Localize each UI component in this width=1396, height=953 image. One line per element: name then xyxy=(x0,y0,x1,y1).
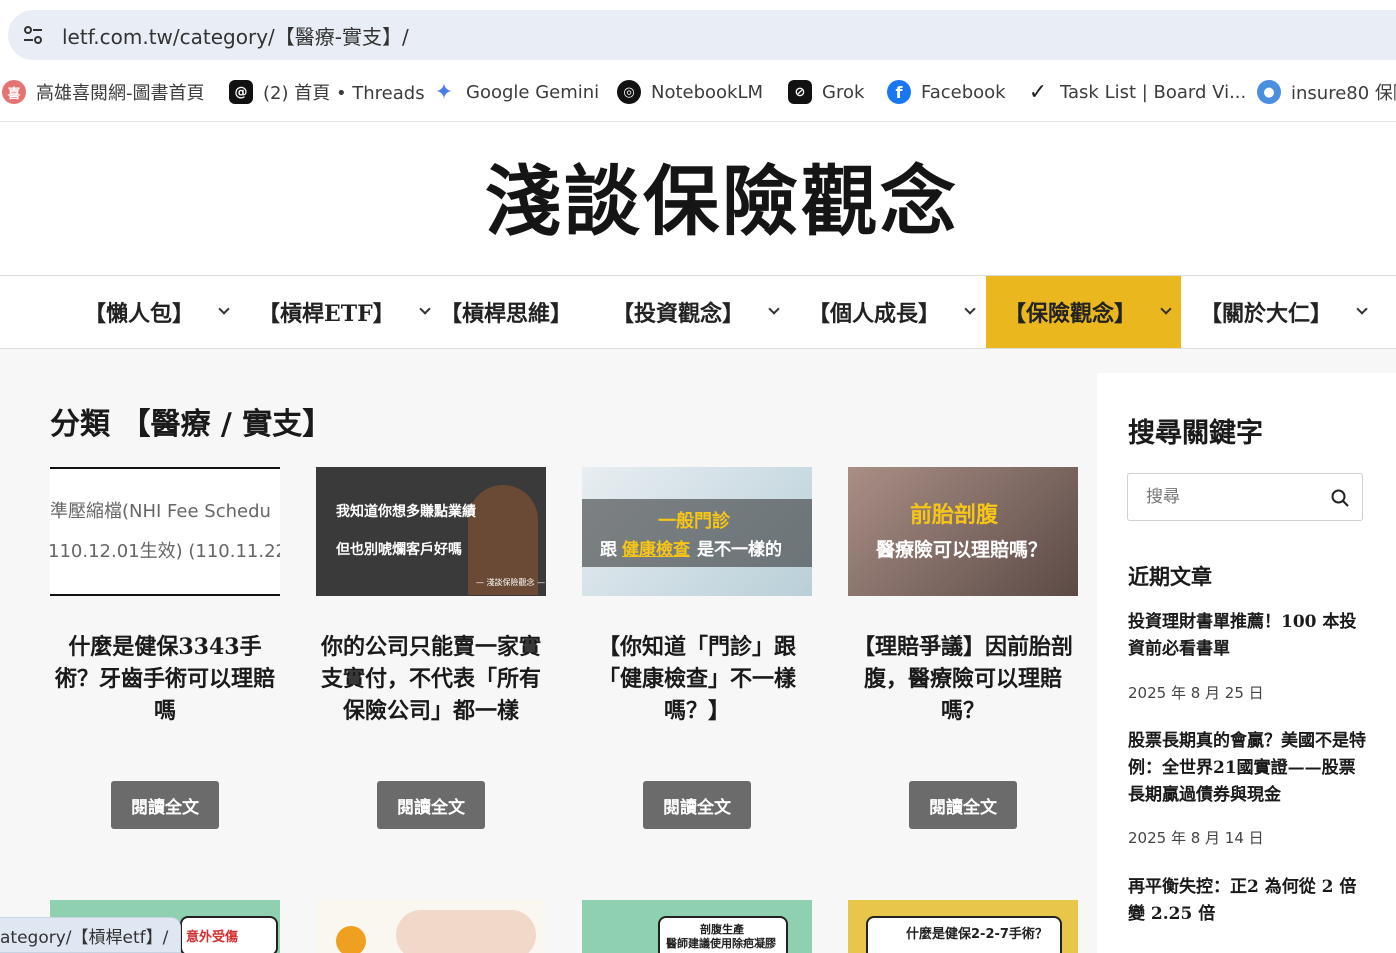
thumbnail-text: 醫療險可以理賠嗎？ xyxy=(876,539,1048,561)
bookmark-label: Grok xyxy=(822,81,865,103)
nav-label: 【關於大仁】 xyxy=(1200,301,1333,327)
baby-shape xyxy=(396,910,536,953)
card-thumbnail[interactable]: 準壓縮檔(NHI Fee Schedu 110.12.01生效) (110.11… xyxy=(50,467,280,596)
search-input[interactable] xyxy=(1128,474,1318,520)
nav-label: 【保險觀念】 xyxy=(1004,301,1137,327)
card-title[interactable]: 什麼是健保3343手術？牙齒手術可以理賠嗎 xyxy=(50,631,280,727)
search-form xyxy=(1127,473,1363,521)
bookmark-label: Task List | Board Vi... xyxy=(1060,81,1247,103)
bookmark-grok[interactable]: ⊘ Grok xyxy=(788,78,864,106)
thumbnail-text: 健康檢查 xyxy=(622,540,690,560)
thumbnail-text: 一般門診 xyxy=(658,511,730,532)
nav-item-leverage-thinking[interactable]: 【槓桿思維】 xyxy=(440,276,572,348)
thumbnail-text: 但也別唬爛客戶好嗎 xyxy=(336,542,462,558)
nav-label: 【懶人包】 xyxy=(84,301,195,327)
nav-label: 【槓桿ETF】 xyxy=(258,301,395,327)
post-date: 2025 年 8 月 25 日 xyxy=(1128,684,1264,702)
bookmark-threads[interactable]: @ (2) 首頁 • Threads xyxy=(229,78,425,106)
notebooklm-icon: ◎ xyxy=(617,80,641,104)
bookmark-insure80[interactable]: ● insure80 保險 xyxy=(1257,78,1396,106)
nav-label: 【個人成長】 xyxy=(808,301,941,327)
bookmarks-bar: 喜 高雄喜閱網-圖書首頁 @ (2) 首頁 • Threads ✦ Google… xyxy=(0,66,1396,122)
nav-item-leveraged-etf[interactable]: 【槓桿ETF】 xyxy=(258,276,431,348)
main-nav: 【懶人包】 【槓桿ETF】 【槓桿思維】 【投資觀念】 【個人成長】 【保險觀念… xyxy=(0,275,1396,349)
chevron-down-icon[interactable] xyxy=(1160,303,1172,315)
thumbnail-text: 我知道你想多賺點業績 xyxy=(336,504,476,520)
card-thumbnail[interactable]: 剖腹生產 醫師建議使用除疤凝膠 xyxy=(582,900,812,953)
flower-shape xyxy=(336,926,366,953)
sidebar: 搜尋關鍵字 近期文章 投資理財書單推薦！100 本投資前必看書單 2025 年 … xyxy=(1097,373,1396,953)
search-icon[interactable] xyxy=(1330,488,1350,508)
facebook-icon: f xyxy=(887,80,911,104)
nav-label: 【槓桿思維】 xyxy=(440,301,573,327)
thumbnail-text: 110.12.01生效) (110.11.22 xyxy=(50,541,280,562)
grok-icon: ⊘ xyxy=(788,80,812,104)
bookmark-label: NotebookLM xyxy=(651,81,764,103)
page-title: 分類 【醫療 / 實支】 xyxy=(50,407,333,442)
site-info-icon[interactable] xyxy=(22,24,44,46)
threads-icon: @ xyxy=(229,80,253,104)
card-title[interactable]: 【理賠爭議】因前胎剖腹，醫療險可以理賠嗎？ xyxy=(848,631,1078,727)
thumbnail-text: 準壓縮檔(NHI Fee Schedu xyxy=(50,501,271,522)
address-bar[interactable]: letf.com.tw/category/【醫療-實支】/ xyxy=(8,10,1396,60)
nav-item-insurance[interactable]: 【保險觀念】 xyxy=(986,276,1181,348)
card-title[interactable]: 【你知道「門診」跟「健康檢查」不一樣嗎？】 xyxy=(582,631,812,727)
card-title[interactable]: 你的公司只能賣一家實支實付，不代表「所有保險公司」都一樣 xyxy=(316,631,546,727)
bookmark-label: (2) 首頁 • Threads xyxy=(263,83,425,104)
read-more-button[interactable]: 閱讀全文 xyxy=(111,781,219,829)
site-title[interactable]: 淺談保險觀念 xyxy=(0,140,1396,250)
thumbnail-text: 前胎剖腹 xyxy=(910,503,999,528)
chevron-down-icon[interactable] xyxy=(964,303,976,315)
bookmark-task-list[interactable]: ✓ Task List | Board Vi... xyxy=(1026,78,1246,106)
card-thumbnail[interactable]: 什麼是健保2-2-7手術？ xyxy=(848,900,1078,953)
read-more-button[interactable]: 閱讀全文 xyxy=(377,781,485,829)
read-more-button[interactable]: 閱讀全文 xyxy=(643,781,751,829)
card-thumbnail[interactable] xyxy=(316,900,546,953)
recent-post-link[interactable]: 股票長期真的會贏？美國不是特例：全世界21國實證——股票長期贏過債券與現金 xyxy=(1128,728,1368,809)
gemini-icon: ✦ xyxy=(434,79,454,105)
chevron-down-icon[interactable] xyxy=(419,303,431,315)
recent-post-link[interactable]: 再平衡失控：正2 為何從 2 倍變 2.25 倍 xyxy=(1128,874,1368,928)
search-widget-title: 搜尋關鍵字 xyxy=(1128,418,1263,449)
card-thumbnail[interactable]: 一般門診 跟 健康檢查 是不一樣的 xyxy=(582,467,812,596)
post-date: 2025 年 8 月 14 日 xyxy=(1128,829,1264,847)
bookmark-label: 高雄喜閱網-圖書首頁 xyxy=(36,83,205,104)
thumbnail-text: 跟 xyxy=(600,540,617,560)
nav-item-lazy-pack[interactable]: 【懶人包】 xyxy=(84,276,230,348)
read-more-button[interactable]: 閱讀全文 xyxy=(909,781,1017,829)
card-thumbnail[interactable]: 我知道你想多賺點業績 但也別唬爛客戶好嗎 — 淺談保險觀念 — xyxy=(316,467,546,596)
thumbnail-text: 什麼是健保2-2-7手術？ xyxy=(906,927,1048,942)
nav-label: 【投資觀念】 xyxy=(612,301,745,327)
bookmark-label: Facebook xyxy=(921,81,1006,103)
nav-item-investment[interactable]: 【投資觀念】 xyxy=(612,276,780,348)
insure80-icon: ● xyxy=(1257,80,1281,104)
checkmark-icon: ✓ xyxy=(1028,79,1048,105)
link-status-bubble: ategory/【槓桿etf】/ xyxy=(0,917,182,953)
thumbnail-text: 意外受傷 xyxy=(186,930,239,945)
thumbnail-text: 醫師建議使用除疤凝膠 xyxy=(666,937,776,950)
bookmark-label: insure80 保險 xyxy=(1291,83,1396,104)
bookmark-notebooklm[interactable]: ◎ NotebookLM xyxy=(617,78,763,106)
bookmark-gemini[interactable]: ✦ Google Gemini xyxy=(432,78,599,106)
kaohsiung-library-icon: 喜 xyxy=(2,80,26,104)
nav-item-about[interactable]: 【關於大仁】 xyxy=(1200,276,1368,348)
chevron-down-icon[interactable] xyxy=(218,303,230,315)
bookmark-kaohsiung-library[interactable]: 喜 高雄喜閱網-圖書首頁 xyxy=(2,78,205,106)
chevron-down-icon[interactable] xyxy=(768,303,780,315)
recent-post-link[interactable]: 投資理財書單推薦！100 本投資前必看書單 xyxy=(1128,609,1368,663)
chevron-down-icon[interactable] xyxy=(1356,303,1368,315)
card-thumbnail[interactable]: 前胎剖腹 醫療險可以理賠嗎？ xyxy=(848,467,1078,596)
recent-posts-title: 近期文章 xyxy=(1128,564,1212,589)
browser-toolbar: letf.com.tw/category/【醫療-實支】/ xyxy=(0,0,1396,66)
url-text[interactable]: letf.com.tw/category/【醫療-實支】/ xyxy=(62,21,409,50)
thumbnail-text: 是不一樣的 xyxy=(697,540,782,560)
bookmark-facebook[interactable]: f Facebook xyxy=(887,78,1006,106)
thumbnail-text: — 淺談保險觀念 — xyxy=(476,578,546,587)
nav-item-personal-growth[interactable]: 【個人成長】 xyxy=(808,276,976,348)
bookmark-label: Google Gemini xyxy=(466,81,600,103)
